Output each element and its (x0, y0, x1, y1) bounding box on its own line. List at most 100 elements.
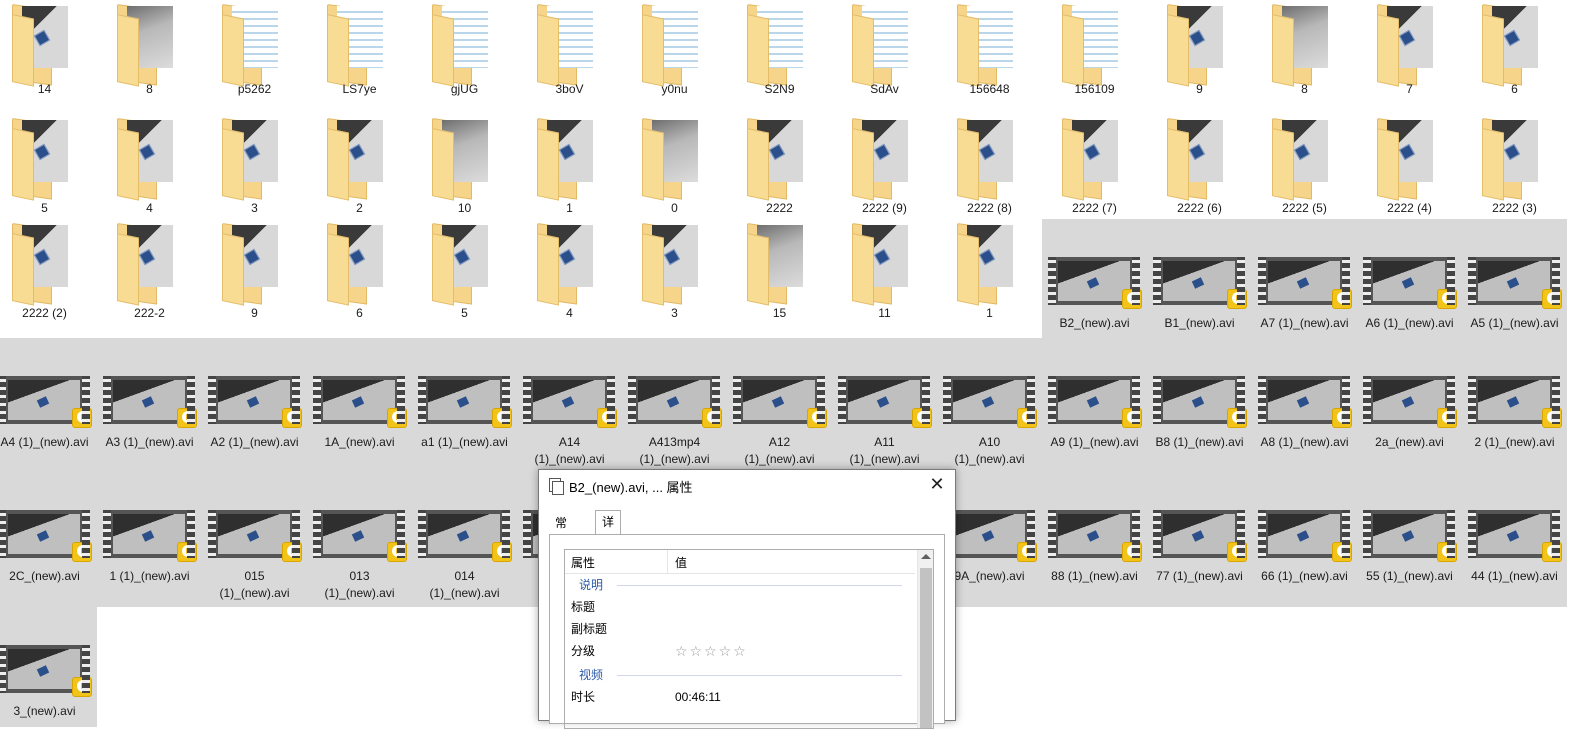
video-file-item[interactable]: A4 (1)_(new).avi (0, 338, 97, 472)
scroll-up-icon[interactable] (921, 554, 931, 559)
video-file-item[interactable]: A8 (1)_(new).avi (1252, 338, 1357, 472)
video-file-item[interactable]: A10 (1)_(new).avi (937, 338, 1042, 472)
video-thumbnail-icon (208, 376, 302, 428)
dialog-titlebar[interactable]: B2_(new).avi, ... 属性 ✕ (539, 470, 955, 500)
video-file-item[interactable]: 88 (1)_(new).avi (1042, 472, 1147, 607)
folder-item[interactable]: 11 (832, 219, 937, 338)
item-label: 2222 (9) (862, 201, 907, 215)
folder-item[interactable]: 156648 (937, 0, 1042, 104)
tab-details[interactable]: 详细信息 (595, 510, 622, 595)
video-file-item[interactable]: A5 (1)_(new).avi (1462, 219, 1567, 338)
folder-item[interactable]: 222-2 (97, 219, 202, 338)
folder-item[interactable]: 2222 (727, 114, 832, 228)
video-file-item[interactable]: 55 (1)_(new).avi (1357, 472, 1462, 607)
folder-item[interactable]: 2222 (7) (1042, 114, 1147, 228)
vertical-scrollbar[interactable] (917, 550, 933, 728)
folder-item[interactable]: 6 (1462, 0, 1567, 104)
folder-item[interactable]: S2N9 (727, 0, 832, 104)
video-file-item[interactable]: B8 (1)_(new).avi (1147, 338, 1252, 472)
video-file-item[interactable]: 2a_(new).avi (1357, 338, 1462, 472)
folder-item[interactable]: 3 (622, 219, 727, 338)
rating-stars[interactable]: ☆☆☆☆☆ (675, 642, 748, 660)
column-header-property[interactable]: 属性 (571, 554, 595, 571)
duration-label: 时长 (571, 690, 596, 704)
folder-item[interactable]: 14 (0, 0, 97, 104)
folder-icon (12, 118, 76, 201)
video-thumbnail-icon (1153, 257, 1247, 309)
item-label: B1_(new).avi (1164, 316, 1235, 330)
folder-item[interactable]: 6 (307, 219, 412, 338)
item-label: 66 (1)_(new).avi (1261, 569, 1348, 583)
folder-item[interactable]: 2222 (5) (1252, 114, 1357, 228)
folder-item[interactable]: 2222 (3) (1462, 114, 1567, 228)
video-file-item[interactable]: A6 (1)_(new).avi (1357, 219, 1462, 338)
video-file-item[interactable]: A11 (1)_(new).avi (832, 338, 937, 472)
folder-item[interactable]: 7 (1357, 0, 1462, 104)
folder-item[interactable]: 2 (307, 114, 412, 228)
folder-icon (852, 118, 916, 201)
folder-item[interactable]: 2222 (6) (1147, 114, 1252, 228)
column-divider[interactable] (667, 550, 668, 574)
video-file-item[interactable]: A7 (1)_(new).avi (1252, 219, 1357, 338)
video-file-item[interactable]: 66 (1)_(new).avi (1252, 472, 1357, 607)
folder-item[interactable]: 3 (202, 114, 307, 228)
folder-item[interactable]: 5 (412, 219, 517, 338)
folder-item[interactable]: 2222 (2) (0, 219, 97, 338)
video-file-item[interactable]: 1 (1)_(new).avi (97, 472, 202, 607)
folder-item[interactable]: y0nu (622, 0, 727, 104)
folder-item[interactable]: 2222 (9) (832, 114, 937, 228)
folder-item[interactable]: 8 (1252, 0, 1357, 104)
video-file-item[interactable]: 013 (1)_(new).avi (307, 472, 412, 607)
folder-item[interactable]: 1 (517, 114, 622, 228)
group-description: 说明 (579, 578, 604, 592)
folder-item[interactable]: 4 (97, 114, 202, 228)
folder-icon (957, 4, 1021, 87)
folder-item[interactable]: 0 (622, 114, 727, 228)
player-badge-icon (1122, 542, 1142, 562)
video-file-item[interactable]: A9 (1)_(new).avi (1042, 338, 1147, 472)
video-file-item[interactable]: 1A_(new).avi (307, 338, 412, 472)
video-file-item[interactable]: 3_(new).avi (0, 607, 97, 727)
video-file-item[interactable]: 77 (1)_(new).avi (1147, 472, 1252, 607)
folder-icon (852, 223, 916, 306)
close-icon[interactable]: ✕ (927, 474, 947, 494)
video-file-item[interactable]: 2C_(new).avi (0, 472, 97, 607)
video-file-item[interactable]: A413mp4 (1)_(new).avi (622, 338, 727, 472)
item-label: 55 (1)_(new).avi (1366, 569, 1453, 583)
folder-item[interactable]: 2222 (4) (1357, 114, 1462, 228)
folder-item[interactable]: LS7ye (307, 0, 412, 104)
folder-icon (1377, 118, 1441, 201)
column-header-value[interactable]: 值 (675, 554, 687, 571)
video-file-item[interactable]: B2_(new).avi (1042, 219, 1147, 338)
folder-item[interactable]: SdAv (832, 0, 937, 104)
folder-item[interactable]: 5 (0, 114, 97, 228)
folder-item[interactable]: 2222 (8) (937, 114, 1042, 228)
tab-general[interactable]: 常规 (549, 512, 573, 552)
video-file-item[interactable]: 014 (1)_(new).avi (412, 472, 517, 607)
folder-item[interactable]: 8 (97, 0, 202, 104)
video-file-item[interactable]: A12 (1)_(new).avi (727, 338, 832, 472)
folder-item[interactable]: p5262 (202, 0, 307, 104)
video-file-item[interactable]: A3 (1)_(new).avi (97, 338, 202, 472)
folder-icon (957, 118, 1021, 201)
folder-item[interactable]: 156109 (1042, 0, 1147, 104)
folder-item[interactable]: 3boV (517, 0, 622, 104)
item-label: A9 (1)_(new).avi (1050, 435, 1139, 449)
folder-item[interactable]: 9 (202, 219, 307, 338)
video-file-item[interactable]: a1 (1)_(new).avi (412, 338, 517, 472)
folder-item[interactable]: 10 (412, 114, 517, 228)
folder-item[interactable]: 4 (517, 219, 622, 338)
video-file-item[interactable]: 44 (1)_(new).avi (1462, 472, 1567, 607)
folder-item[interactable]: 9 (1147, 0, 1252, 104)
folder-item[interactable]: 1 (937, 219, 1042, 338)
folder-item[interactable]: gjUG (412, 0, 517, 104)
scroll-thumb[interactable] (920, 568, 932, 728)
video-file-item[interactable]: A2 (1)_(new).avi (202, 338, 307, 472)
folder-item[interactable]: 15 (727, 219, 832, 338)
video-file-item[interactable]: B1_(new).avi (1147, 219, 1252, 338)
player-badge-icon (1437, 408, 1457, 428)
video-file-item[interactable]: 015 (1)_(new).avi (202, 472, 307, 607)
video-file-item[interactable]: 2 (1)_(new).avi (1462, 338, 1567, 472)
video-file-item[interactable]: A14 (1)_(new).avi (517, 338, 622, 472)
video-thumbnail-icon (313, 510, 407, 562)
